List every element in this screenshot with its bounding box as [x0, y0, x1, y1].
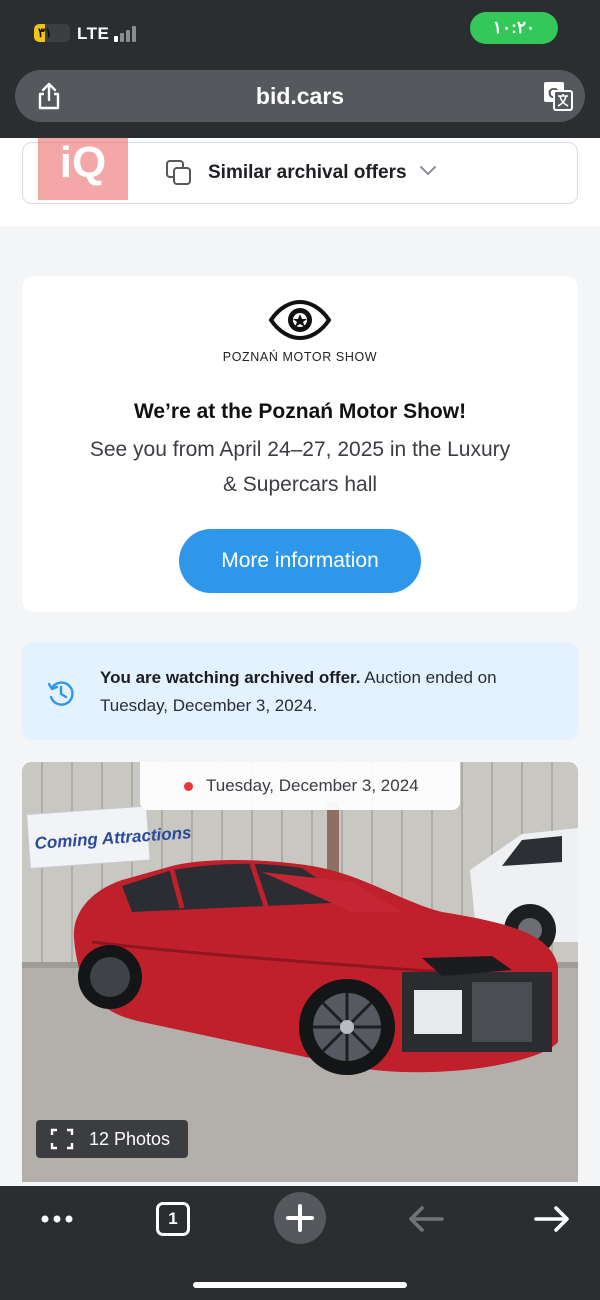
network-type: LTE — [77, 24, 110, 43]
listing-photo[interactable]: Coming Attractions Tuesday, December 3, … — [22, 762, 578, 1182]
motor-show-logo-text: POZNAŃ MOTOR SHOW — [222, 350, 378, 364]
motor-show-headline: We’re at the Poznań Motor Show! — [133, 400, 467, 423]
photo-date-label: Tuesday, December 3, 2024 — [140, 762, 460, 810]
forward-arrow-icon[interactable] — [528, 1196, 578, 1246]
browser-toolbar: 1 — [0, 1186, 600, 1300]
more-information-button[interactable]: More information — [179, 529, 421, 593]
history-icon — [47, 681, 74, 706]
notice-text: You are watching archived offer. Auction… — [100, 664, 520, 720]
tabs-button[interactable]: 1 — [148, 1196, 198, 1246]
more-icon[interactable] — [32, 1196, 82, 1246]
similar-offers-label[interactable]: Similar archival offers — [208, 162, 407, 184]
watermark-badge: iQ — [38, 138, 128, 200]
url-text[interactable]: bid.cars — [15, 83, 585, 110]
home-indicator[interactable] — [193, 1282, 407, 1288]
browser-window: ٣١ LTE ١٠:٢٠ bid.cars G — [0, 0, 600, 1300]
live-dot-icon — [184, 782, 193, 791]
motor-show-card: POZNAŃ MOTOR SHOW We’re at the Poznań Mo… — [22, 276, 578, 612]
similar-offers-section: Similar archival offers iQ — [0, 138, 600, 226]
car-photo[interactable]: Coming Attractions — [22, 762, 578, 1182]
clock-time: ١٠:٢٠ — [492, 18, 536, 37]
status-bar: ٣١ LTE ١٠:٢٠ — [0, 0, 600, 70]
chevron-down-icon[interactable] — [419, 165, 437, 177]
photo-date-text: Tuesday, December 3, 2024 — [206, 776, 419, 795]
battery-icon: ٣١ — [34, 24, 70, 42]
page-content: Similar archival offers iQ POZNAŃ MOTOR … — [0, 138, 600, 1186]
notice-bold: You are watching archived offer. — [100, 668, 361, 687]
tabs-icon[interactable]: 1 — [156, 1202, 190, 1236]
archived-offer-notice: You are watching archived offer. Auction… — [22, 642, 578, 740]
new-tab-button[interactable] — [274, 1192, 326, 1244]
clock: ١٠:٢٠ — [470, 12, 558, 44]
photos-gallery-button[interactable]: 12 Photos — [36, 1120, 188, 1158]
expand-icon — [50, 1128, 74, 1150]
watermark-text: iQ — [59, 138, 107, 187]
address-bar[interactable]: bid.cars G — [15, 70, 585, 122]
motor-show-logo — [268, 299, 332, 341]
battery-percent: ٣١ — [38, 25, 52, 40]
photos-count[interactable]: 12 Photos — [89, 1129, 170, 1150]
address-bar-area: bid.cars G — [0, 70, 600, 138]
signal-icon — [114, 26, 140, 42]
motor-show-subtitle: See you from April 24–27, 2025 in the Lu… — [89, 438, 511, 496]
copy-icon — [166, 160, 191, 185]
plus-icon — [286, 1204, 314, 1232]
back-arrow-icon[interactable] — [402, 1196, 452, 1246]
translate-icon[interactable]: G — [543, 81, 573, 111]
tabs-count: 1 — [168, 1209, 178, 1228]
